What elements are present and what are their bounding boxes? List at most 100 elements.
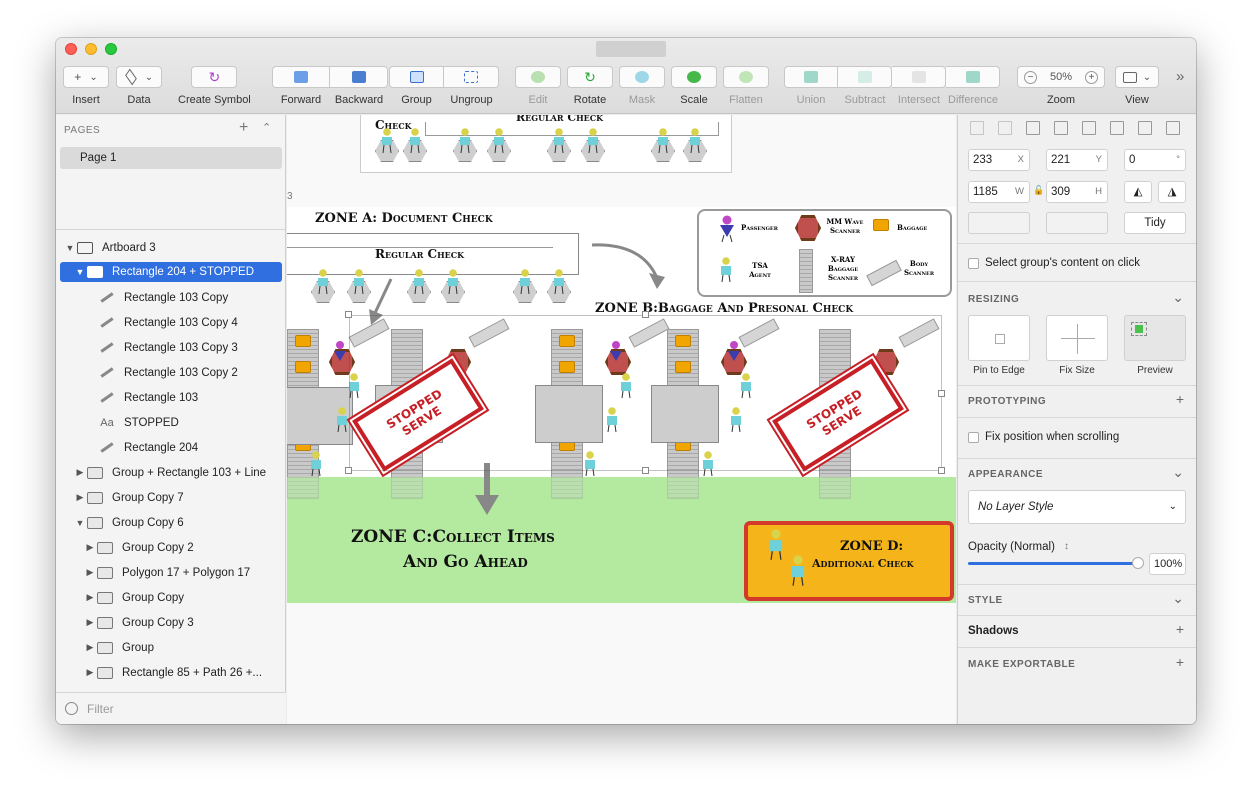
layer-row[interactable]: Rectangle 103 Copy 3 [56,335,286,360]
blend-stepper-icon[interactable]: ↕ [1064,541,1069,552]
layer-row[interactable]: ▶ Polygon 17 + Polygon 17 [56,560,286,585]
zoom-out-icon[interactable]: − [1024,70,1037,84]
layer-row[interactable]: ▶ Group [56,635,286,660]
pin-to-edge-button[interactable] [968,315,1030,361]
canvas[interactable]: Check Regular Check 3 ZONE A: Document C… [287,115,956,724]
fix-size-button[interactable] [1046,315,1108,361]
close-button[interactable] [65,43,77,55]
page-item[interactable]: Page 1 [60,147,282,169]
collapse-pages-icon[interactable]: ⌃ [262,121,271,134]
zoom-control[interactable]: − 50% + [1017,66,1105,88]
layer-row[interactable]: Rectangle 204 [56,435,286,460]
expand-appearance-icon[interactable]: ⌄ [1172,464,1184,481]
create-symbol-button[interactable]: ↻ [191,66,238,88]
disclosure-triangle-icon[interactable]: ▶ [84,592,96,603]
layer-row[interactable]: Rectangle 103 [56,385,286,410]
tidy-button[interactable]: Tidy [1124,212,1186,234]
artboard-title[interactable]: 3 [287,191,293,202]
align-center-icon[interactable] [1054,121,1068,135]
selection-handle[interactable] [938,467,945,474]
disclosure-triangle-icon[interactable]: ▶ [84,667,96,678]
height-field[interactable]: 309 H [1046,181,1108,203]
edit-button[interactable] [515,66,561,88]
width-field[interactable]: 1185 W [968,181,1030,203]
difference-button[interactable] [946,66,1000,88]
distribute-horizontal-icon[interactable] [970,121,984,135]
add-export-icon[interactable]: + [1176,654,1184,670]
layer-row[interactable]: ▼ Artboard 3 [56,235,286,260]
layer-row[interactable]: ▼ Group Copy 6 [56,510,286,535]
expand-resizing-icon[interactable]: ⌄ [1172,289,1184,306]
disclosure-triangle-icon[interactable]: ▼ [74,518,86,528]
disclosure-triangle-icon[interactable]: ▶ [84,617,96,628]
spacing-v-field[interactable] [1046,212,1108,234]
rotation-field[interactable]: 0 ° [1124,149,1186,171]
layer-row[interactable]: Rectangle 103 Copy 2 [56,360,286,385]
select-group-checkbox[interactable] [968,258,979,269]
layer-row[interactable]: ▶ Group Copy 3 [56,610,286,635]
spacing-h-field[interactable] [968,212,1030,234]
flip-horizontal-icon[interactable]: ◭ [1124,181,1152,203]
selection-handle[interactable] [642,467,649,474]
zoom-window-button[interactable] [105,43,117,55]
group-button[interactable] [389,66,444,88]
layer-row[interactable]: ▶ Group Copy 2 [56,535,286,560]
layer-row[interactable]: Rectangle 103 Copy 4 [56,310,286,335]
rotate-button[interactable]: ↻ [567,66,613,88]
layer-row[interactable]: ▶ Group Copy [56,585,286,610]
align-right-icon[interactable] [1082,121,1096,135]
fix-position-checkbox[interactable] [968,432,979,443]
union-button[interactable] [784,66,838,88]
add-shadow-icon[interactable]: + [1176,621,1184,637]
disclosure-triangle-icon[interactable]: ▼ [74,267,86,277]
layer-row[interactable]: Aa STOPPED [56,410,286,435]
opacity-slider-handle[interactable] [1132,557,1144,569]
align-left-icon[interactable] [1026,121,1040,135]
opacity-field[interactable]: 100% [1149,553,1186,575]
zoom-in-icon[interactable]: + [1085,70,1098,84]
insert-button[interactable]: + ⌄ [63,66,109,88]
layer-row[interactable]: ▶ Rectangle 85 + Path 26 +... [56,660,286,685]
view-button[interactable]: ⌄ [1115,66,1159,88]
disclosure-triangle-icon[interactable]: ▼ [64,243,76,253]
ungroup-button[interactable] [444,66,499,88]
minimize-button[interactable] [85,43,97,55]
expand-style-icon[interactable]: ⌄ [1172,590,1184,607]
layer-row[interactable]: ▶ Group + Rectangle 103 + Line [56,460,286,485]
disclosure-triangle-icon[interactable]: ▶ [84,567,96,578]
layer-style-select[interactable]: No Layer Style ⌄ [968,490,1186,524]
flatten-button[interactable] [723,66,769,88]
add-page-icon[interactable]: + [239,119,248,137]
disclosure-triangle-icon[interactable]: ▶ [74,492,86,503]
selection-handle[interactable] [642,311,649,318]
data-button[interactable]: ⌄ [116,66,162,88]
distribute-vertical-icon[interactable] [998,121,1012,135]
flip-vertical-icon[interactable]: ◮ [1158,181,1186,203]
layer-row[interactable]: Rectangle 103 Copy [56,285,286,310]
mask-button[interactable] [619,66,665,88]
lock-icon[interactable]: 🔓 [1033,185,1044,196]
layer-row[interactable]: ▶ Group Copy 7 [56,485,286,510]
x-field[interactable]: 233 X [968,149,1030,171]
selection-handle[interactable] [345,311,352,318]
selection-handle[interactable] [345,467,352,474]
opacity-slider-track[interactable] [968,562,1140,565]
disclosure-triangle-icon[interactable]: ▶ [84,542,96,553]
intersect-button[interactable] [892,66,946,88]
align-top-icon[interactable] [1110,121,1124,135]
subtract-button[interactable] [838,66,892,88]
align-middle-icon[interactable] [1138,121,1152,135]
y-field[interactable]: 221 Y [1046,149,1108,171]
more-tools-icon[interactable]: » [1176,68,1184,85]
disclosure-triangle-icon[interactable]: ▶ [84,642,96,653]
layer-row[interactable]: ▼ Rectangle 204 + STOPPED [60,262,282,282]
add-prototyping-icon[interactable]: + [1176,391,1184,407]
disclosure-triangle-icon[interactable]: ▶ [74,467,86,478]
layer-label: Rectangle 103 Copy 2 [124,366,238,379]
selection-handle[interactable] [938,390,945,397]
scale-button[interactable] [671,66,717,88]
filter-input[interactable]: Filter [87,702,114,716]
align-bottom-icon[interactable] [1166,121,1180,135]
forward-button[interactable] [272,66,330,88]
backward-button[interactable] [330,66,388,88]
